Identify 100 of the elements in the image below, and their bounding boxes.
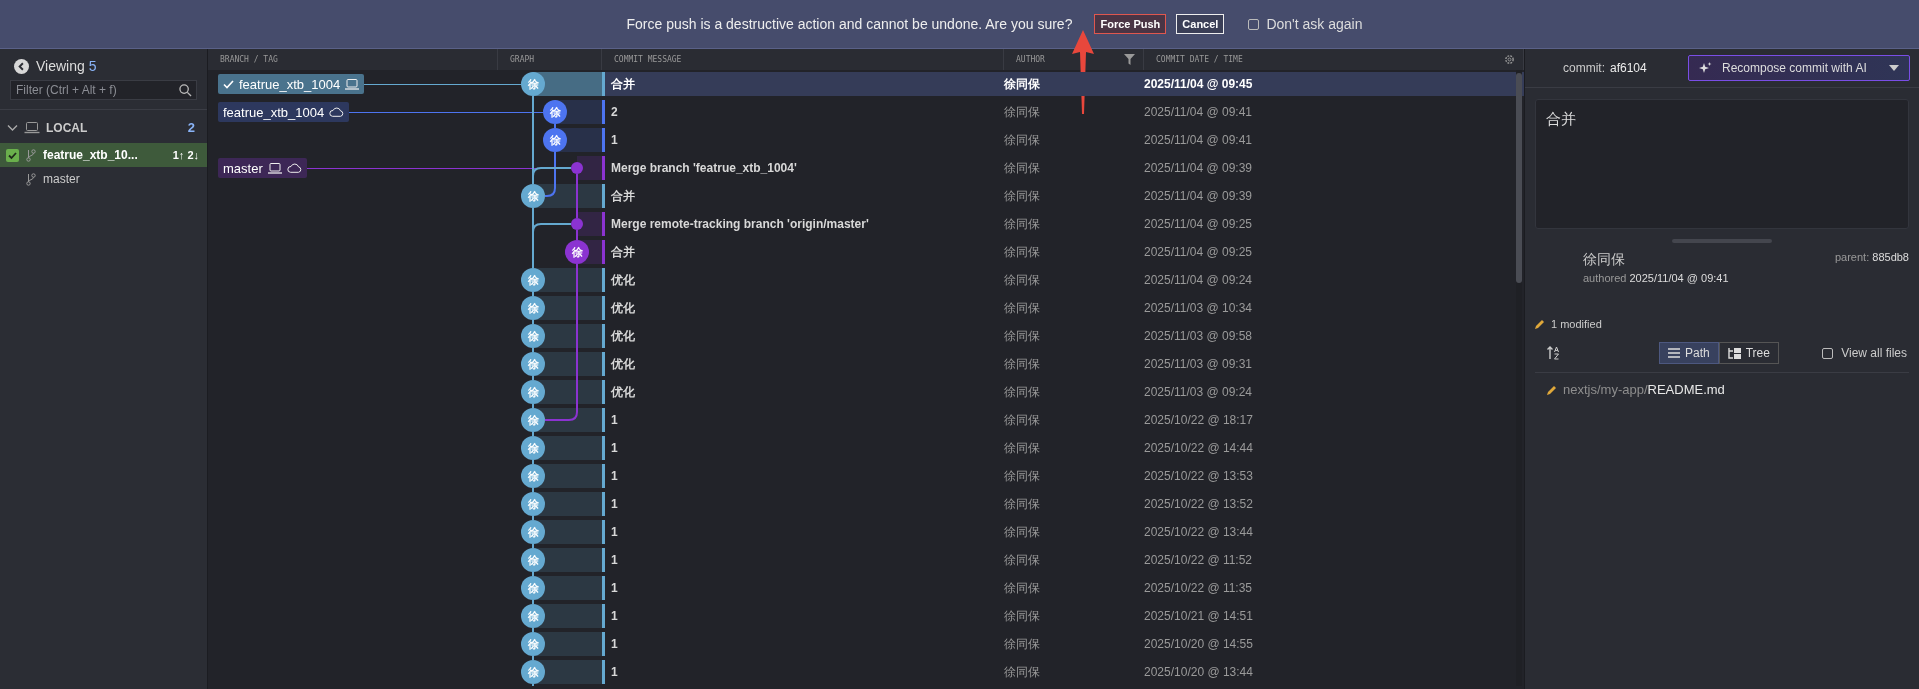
commit-message-box[interactable]: 合并 xyxy=(1535,99,1909,229)
graph-edge xyxy=(532,683,534,686)
commit-message[interactable]: 优化 xyxy=(602,268,1004,292)
author-cell-text: 徐同保 xyxy=(1004,355,1041,373)
commit-message[interactable]: 优化 xyxy=(602,380,1004,404)
date-cell-text: 2025/11/04 @ 09:39 xyxy=(1144,188,1254,205)
branch-icon xyxy=(26,148,36,162)
column-header[interactable]: COMMIT DATE / TIME xyxy=(1156,55,1243,64)
commit-label: commit: xyxy=(1563,61,1605,75)
branch-list-item[interactable]: master xyxy=(0,167,207,191)
date-cell-text: 2025/11/04 @ 09:25 xyxy=(1144,244,1254,261)
author-cell-text: 徐同保 xyxy=(1004,131,1041,149)
filter-field[interactable]: Filter (Ctrl + Alt + f) xyxy=(10,80,197,100)
author-cell-text: 徐同保 xyxy=(1004,383,1041,401)
author-name: 徐同保 xyxy=(1583,251,1626,269)
commit-message[interactable]: 合并 xyxy=(602,240,1004,264)
graph-edge xyxy=(532,319,534,325)
tree-icon xyxy=(1727,347,1741,359)
author-cell: 徐同保 xyxy=(1004,72,1144,96)
commit-message[interactable]: 2 xyxy=(602,100,1004,124)
filter-icon[interactable] xyxy=(1124,54,1135,65)
commit-message[interactable]: 合并 xyxy=(602,184,1004,208)
avatar-node[interactable]: 徐 xyxy=(543,100,567,124)
branch-list-item[interactable]: featrue_xtb_10... 1↑ 2↓ xyxy=(0,143,207,167)
author-cell-text: 徐同保 xyxy=(1004,327,1041,345)
column-header[interactable]: GRAPH xyxy=(498,49,602,70)
commit-message[interactable]: Merge remote-tracking branch 'origin/master' xyxy=(602,212,1004,236)
commit-message[interactable]: 1 xyxy=(602,408,1004,432)
settings-icon[interactable] xyxy=(1504,54,1515,65)
column-header[interactable]: AUTHOR xyxy=(1016,55,1045,64)
merge-node[interactable] xyxy=(571,218,583,230)
commit-message[interactable]: 1 xyxy=(602,464,1004,488)
commit-message[interactable]: 1 xyxy=(602,576,1004,600)
avatar-node[interactable]: 徐 xyxy=(565,240,589,264)
graph-edge xyxy=(532,403,534,409)
author-cell-text: 徐同保 xyxy=(1004,439,1041,457)
scrollbar[interactable] xyxy=(1516,70,1522,686)
commit-message[interactable]: 1 xyxy=(602,632,1004,656)
recompose-ai-button[interactable]: Recompose commit with AI xyxy=(1688,55,1910,81)
commit-sha: af6104 xyxy=(1610,61,1648,75)
author-cell-text: 徐同保 xyxy=(1004,495,1041,513)
cancel-button[interactable]: Cancel xyxy=(1176,14,1225,34)
date-cell-text: 2025/10/22 @ 13:53 xyxy=(1144,468,1254,485)
date-cell-text: 2025/11/04 @ 09:41 xyxy=(1144,132,1254,149)
date-cell-text: 2025/10/20 @ 13:44 xyxy=(1144,664,1254,681)
column-header[interactable]: BRANCH / TAG xyxy=(208,49,498,70)
commit-row-bar xyxy=(577,212,602,236)
branch-tag[interactable]: featrue_xtb_1004 xyxy=(218,102,350,122)
commit-message[interactable]: 1 xyxy=(602,660,1004,684)
commit-message[interactable]: 优化 xyxy=(602,324,1004,348)
commit-message[interactable]: 1 xyxy=(602,520,1004,544)
graph-edge xyxy=(576,173,578,219)
date-cell-text: 2025/10/22 @ 13:44 xyxy=(1144,524,1254,541)
path-view-tab[interactable]: Path xyxy=(1659,342,1719,364)
author-cell-text: 徐同保 xyxy=(1004,607,1041,625)
force-push-button[interactable]: Force Push xyxy=(1094,14,1167,34)
commit-message[interactable]: 1 xyxy=(602,128,1004,152)
banner-message: Force push is a destructive action and cannot be undone. Are you sure? xyxy=(626,16,1073,32)
commit-row-bar xyxy=(577,156,602,180)
checkbox[interactable] xyxy=(1248,18,1260,30)
parent-label: parent: xyxy=(1834,251,1870,263)
merge-node[interactable] xyxy=(571,162,583,174)
pencil-icon xyxy=(1547,384,1557,395)
commit-message[interactable]: 合并 xyxy=(602,72,1004,96)
date-cell-text: 2025/10/22 @ 13:52 xyxy=(1144,496,1254,513)
date-cell-text: 2025/10/22 @ 11:35 xyxy=(1144,580,1254,597)
graph-edge xyxy=(532,515,534,521)
graph-edge xyxy=(554,123,556,129)
checkbox[interactable] xyxy=(1822,347,1834,359)
branch-icon xyxy=(26,172,36,186)
date-cell-text: 2025/11/03 @ 09:24 xyxy=(1144,384,1254,401)
avatar-node[interactable]: 徐 xyxy=(543,128,567,152)
graph-edge xyxy=(532,571,534,577)
date-cell-text: 2025/11/04 @ 09:25 xyxy=(1144,216,1254,233)
parent-sha[interactable]: 885db8 xyxy=(1872,251,1909,263)
author-cell-text: 徐同保 xyxy=(1004,103,1041,121)
commit-message[interactable]: 优化 xyxy=(602,296,1004,320)
sort-icon[interactable] xyxy=(1547,346,1561,360)
commit-message-text: 合并 xyxy=(1546,110,1576,127)
branch-tag[interactable]: master xyxy=(218,158,307,178)
commit-message[interactable]: 1 xyxy=(602,548,1004,572)
commit-message[interactable]: Merge branch 'featrue_xtb_1004' xyxy=(602,156,1004,180)
commit-message[interactable]: 1 xyxy=(602,604,1004,628)
commit-message[interactable]: 1 xyxy=(602,436,1004,460)
commit-message[interactable]: 1 xyxy=(602,492,1004,516)
authored-label: authored xyxy=(1583,272,1627,284)
branch-tag[interactable]: featrue_xtb_1004 xyxy=(218,74,365,94)
date-cell-text: 2025/11/04 @ 09:39 xyxy=(1144,160,1254,177)
column-header[interactable]: COMMIT MESSAGE xyxy=(602,49,1004,70)
tree-view-tab[interactable]: Tree xyxy=(1718,342,1779,364)
date-cell-text: 2025/10/22 @ 11:52 xyxy=(1144,552,1254,569)
author-cell-text: 徐同保 xyxy=(1004,159,1041,177)
author-cell-text: 徐同保 xyxy=(1004,187,1041,205)
back-icon[interactable] xyxy=(14,58,29,74)
caret-icon xyxy=(1889,65,1899,71)
date-cell-text: 2025/10/21 @ 14:51 xyxy=(1144,608,1254,625)
commit-message[interactable]: 优化 xyxy=(602,352,1004,376)
file-path[interactable]: nextjs/my-app/README.md xyxy=(1563,382,1725,397)
branch-name: master xyxy=(43,172,81,186)
section-title: LOCAL xyxy=(46,120,89,135)
